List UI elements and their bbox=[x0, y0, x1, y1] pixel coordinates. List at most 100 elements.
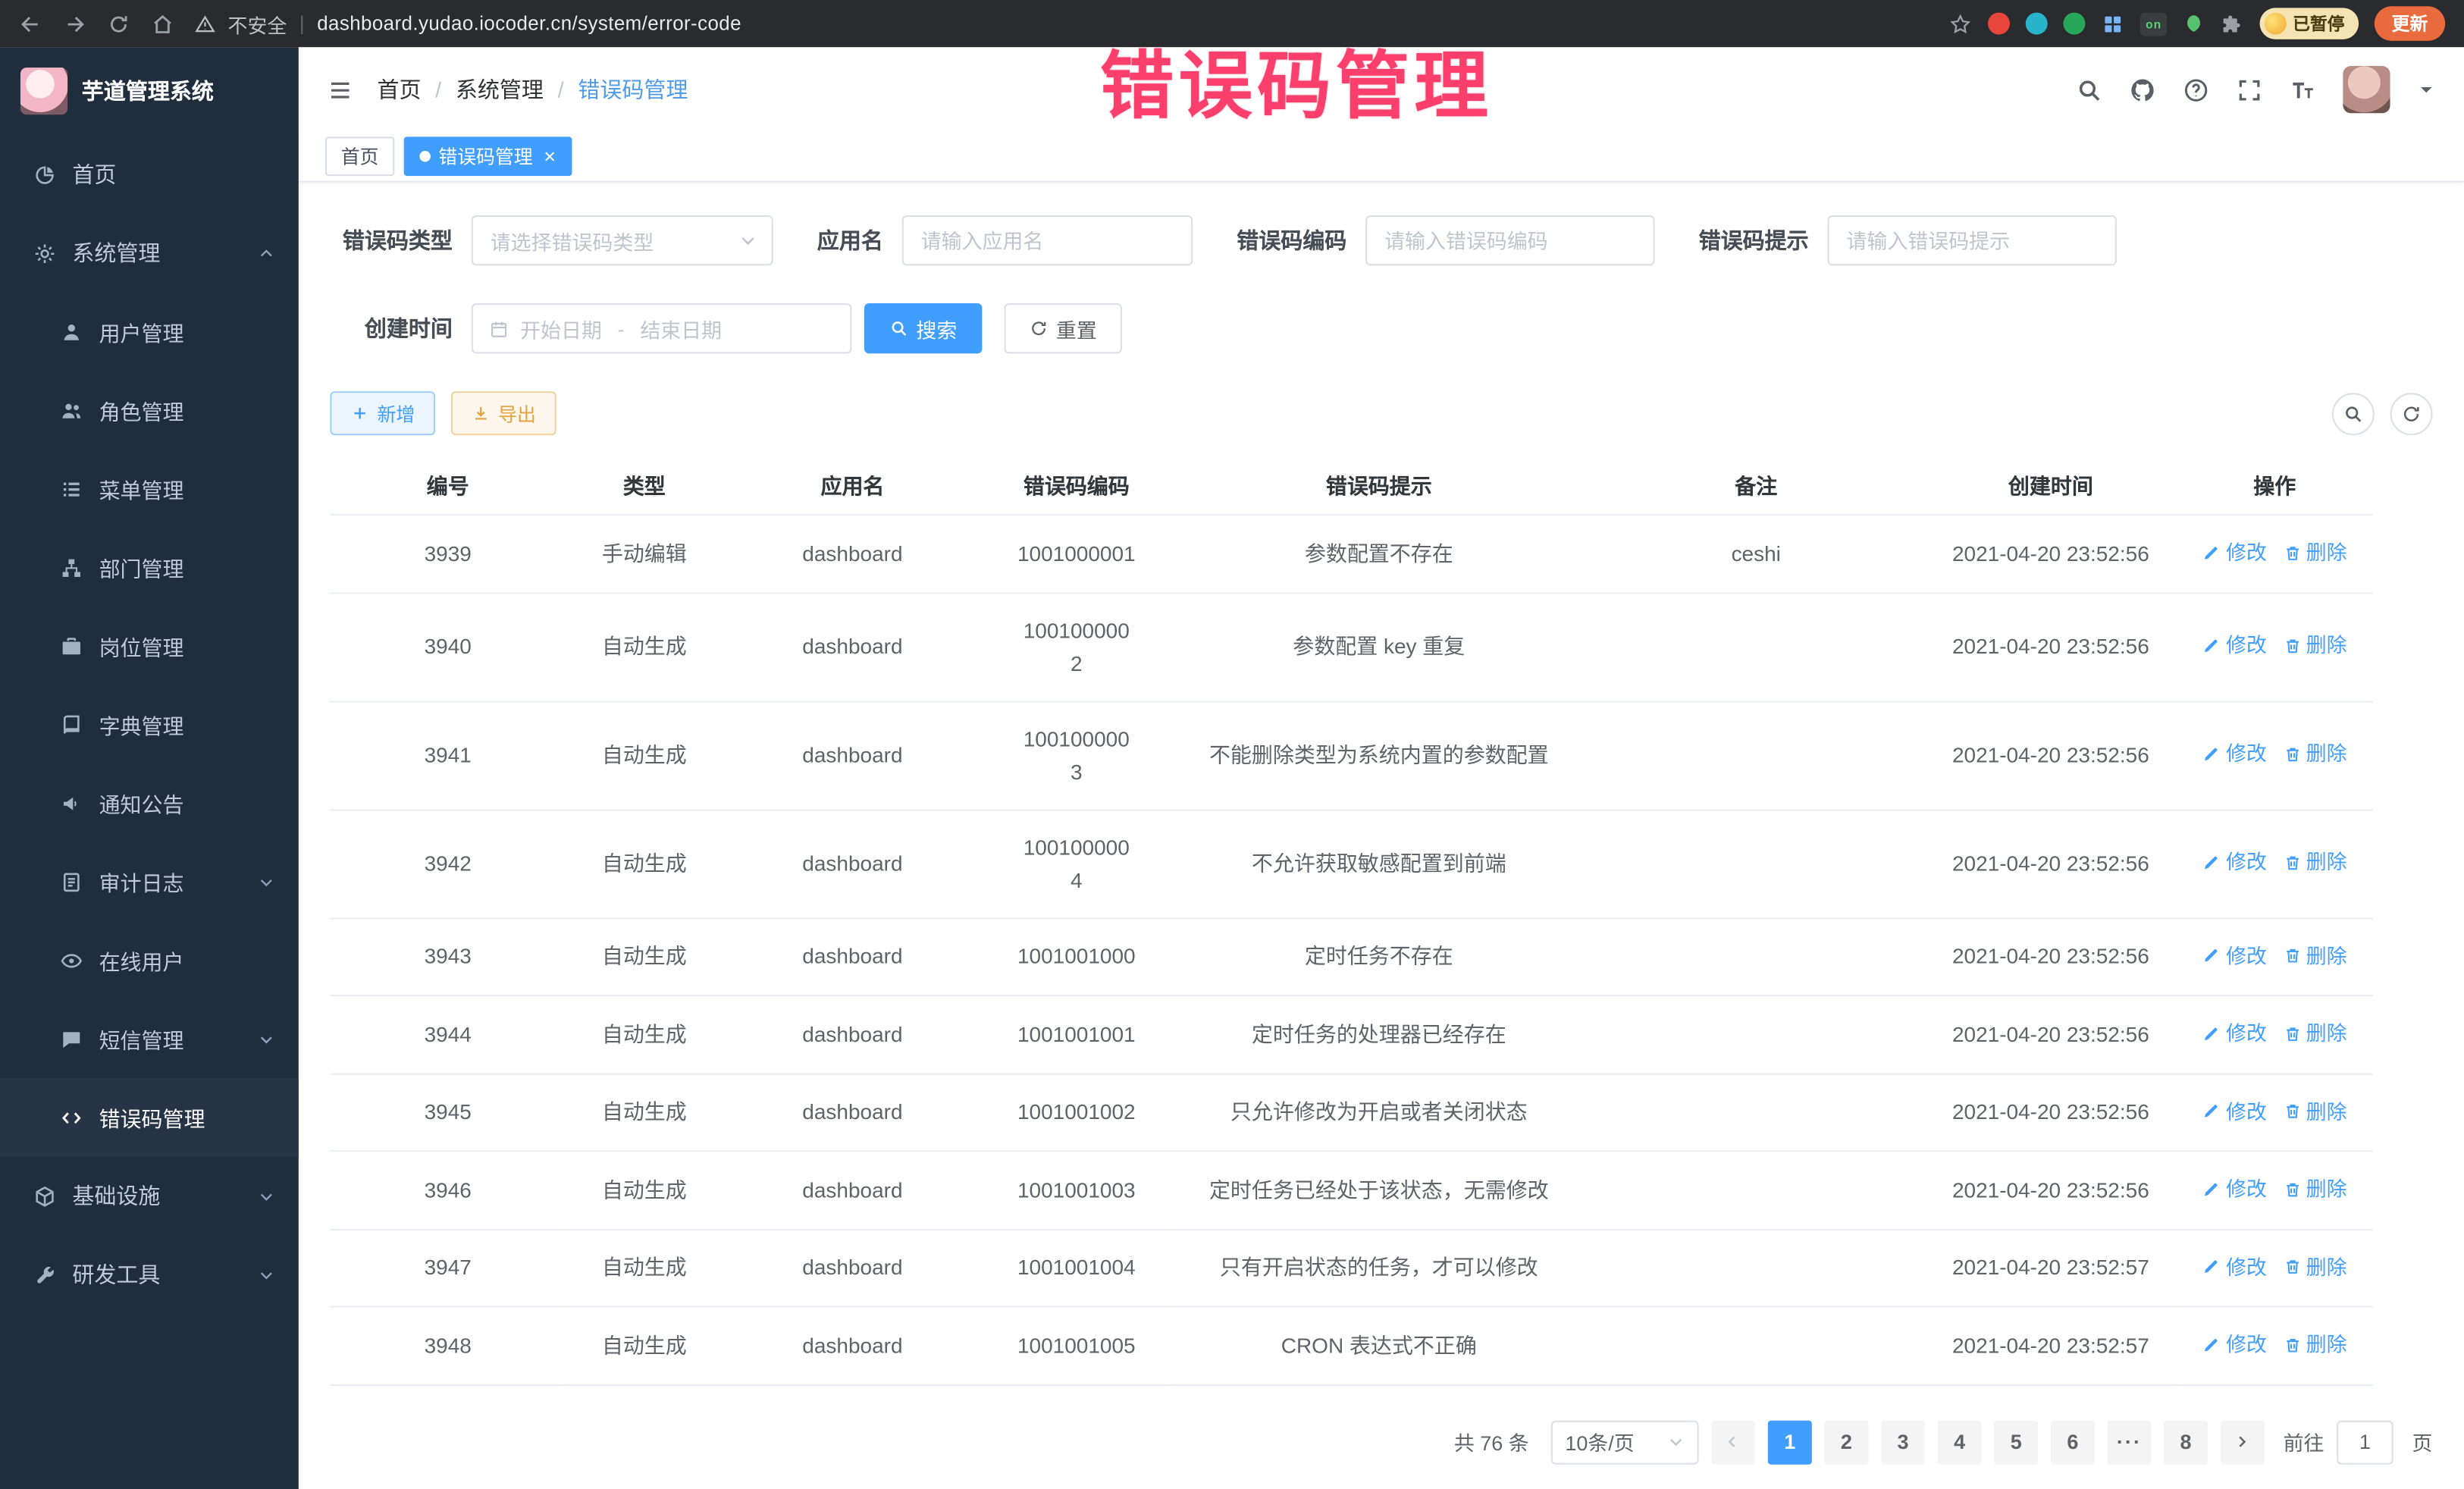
browser-forward-icon[interactable] bbox=[63, 12, 86, 36]
paused-badge[interactable]: 已暂停 bbox=[2260, 8, 2359, 39]
header-search-icon[interactable] bbox=[2076, 77, 2102, 103]
help-icon[interactable] bbox=[2183, 77, 2209, 103]
error-type-select[interactable]: 请选择错误码类型 bbox=[472, 215, 773, 265]
edit-link[interactable]: 修改 bbox=[2202, 629, 2267, 663]
sidebar-item-首页[interactable]: 首页 bbox=[0, 135, 299, 214]
delete-link[interactable]: 删除 bbox=[2283, 1328, 2347, 1361]
sidebar-item-短信管理[interactable]: 短信管理 bbox=[0, 999, 299, 1078]
edit-link[interactable]: 修改 bbox=[2202, 846, 2267, 879]
error-code-input[interactable] bbox=[1365, 215, 1654, 265]
breadcrumb-system[interactable]: 系统管理 bbox=[456, 74, 544, 105]
collapse-sidebar-icon[interactable] bbox=[327, 77, 353, 103]
browser-back-icon[interactable] bbox=[19, 12, 42, 36]
column-header: 创建时间 bbox=[1925, 454, 2177, 515]
breadcrumb-home[interactable]: 首页 bbox=[377, 74, 421, 105]
cell-actions: 修改删除 bbox=[2177, 701, 2373, 809]
delete-link[interactable]: 删除 bbox=[2283, 846, 2347, 879]
next-page-button[interactable] bbox=[2221, 1420, 2265, 1464]
extension-icon-teal[interactable] bbox=[2026, 13, 2048, 35]
delete-link[interactable]: 删除 bbox=[2283, 738, 2347, 771]
page-button-6[interactable]: 6 bbox=[2051, 1420, 2095, 1464]
edit-link[interactable]: 修改 bbox=[2202, 738, 2267, 771]
edit-link[interactable]: 修改 bbox=[2202, 1328, 2267, 1361]
extension-icon-green[interactable] bbox=[2063, 13, 2085, 35]
delete-link[interactable]: 删除 bbox=[2283, 1250, 2347, 1284]
logo[interactable]: 芋道管理系统 bbox=[0, 47, 299, 135]
sidebar-item-基础设施[interactable]: 基础设施 bbox=[0, 1157, 299, 1236]
delete-link[interactable]: 删除 bbox=[2283, 536, 2347, 569]
sidebar-item-菜单管理[interactable]: 菜单管理 bbox=[0, 450, 299, 528]
edit-link[interactable]: 修改 bbox=[2202, 1172, 2267, 1205]
add-button[interactable]: 新增 bbox=[330, 391, 435, 435]
create-time-range-picker[interactable]: 开始日期 - 结束日期 bbox=[472, 303, 852, 353]
cell-app: dashboard bbox=[723, 1074, 982, 1152]
delete-link[interactable]: 删除 bbox=[2283, 629, 2347, 663]
cell-actions: 修改删除 bbox=[2177, 1151, 2373, 1229]
cell-hint: CRON 表达式不正确 bbox=[1171, 1306, 1587, 1384]
font-size-icon[interactable] bbox=[2290, 77, 2316, 103]
sidebar-item-审计日志[interactable]: 审计日志 bbox=[0, 842, 299, 921]
sidebar-item-错误码管理[interactable]: 错误码管理 bbox=[0, 1078, 299, 1157]
page-button-4[interactable]: 4 bbox=[1938, 1420, 1982, 1464]
user-avatar[interactable] bbox=[2343, 66, 2390, 113]
sidebar-item-研发工具[interactable]: 研发工具 bbox=[0, 1235, 299, 1314]
delete-link[interactable]: 删除 bbox=[2283, 1017, 2347, 1050]
cell-app: dashboard bbox=[723, 1306, 982, 1384]
edit-link[interactable]: 修改 bbox=[2202, 1017, 2267, 1050]
page-button-1[interactable]: 1 bbox=[1768, 1420, 1812, 1464]
cell-id: 3942 bbox=[330, 809, 566, 917]
page-button-8[interactable]: 8 bbox=[2164, 1420, 2208, 1464]
toggle-search-button[interactable] bbox=[2332, 392, 2375, 434]
browser-home-icon[interactable] bbox=[151, 12, 174, 36]
cell-id: 3940 bbox=[330, 592, 566, 701]
reset-button[interactable]: 重置 bbox=[1004, 303, 1121, 353]
extension-icon-grid[interactable] bbox=[2101, 12, 2124, 36]
delete-link[interactable]: 删除 bbox=[2283, 1172, 2347, 1205]
bookmark-star-icon[interactable] bbox=[1948, 12, 1972, 36]
sidebar-item-在线用户[interactable]: 在线用户 bbox=[0, 921, 299, 1000]
edit-link[interactable]: 修改 bbox=[2202, 1250, 2267, 1284]
sidebar-item-角色管理[interactable]: 角色管理 bbox=[0, 371, 299, 450]
edit-link[interactable]: 修改 bbox=[2202, 1095, 2267, 1128]
refresh-table-button[interactable] bbox=[2390, 392, 2433, 434]
end-date-placeholder: 结束日期 bbox=[640, 314, 722, 343]
tab-home[interactable]: 首页 bbox=[325, 136, 394, 176]
page-size-select[interactable]: 10条/页 bbox=[1551, 1420, 1699, 1464]
close-tab-icon[interactable]: × bbox=[544, 146, 556, 167]
delete-link[interactable]: 删除 bbox=[2283, 939, 2347, 972]
browser-update-button[interactable]: 更新 bbox=[2375, 6, 2445, 41]
address-bar[interactable]: 不安全 | dashboard.yudao.iocoder.cn/system/… bbox=[195, 8, 741, 38]
sidebar-item-用户管理[interactable]: 用户管理 bbox=[0, 293, 299, 371]
search-button[interactable]: 搜索 bbox=[864, 303, 982, 353]
sidebar-item-岗位管理[interactable]: 岗位管理 bbox=[0, 607, 299, 685]
fullscreen-icon[interactable] bbox=[2236, 77, 2262, 103]
page-button-2[interactable]: 2 bbox=[1824, 1420, 1868, 1464]
export-button[interactable]: 导出 bbox=[451, 391, 556, 435]
browser-reload-icon[interactable] bbox=[107, 12, 130, 36]
github-icon[interactable] bbox=[2130, 77, 2156, 103]
cell-hint: 只有开启状态的任务，才可以修改 bbox=[1171, 1229, 1587, 1307]
error-hint-input[interactable] bbox=[1828, 215, 2117, 265]
extension-icon-on[interactable]: on bbox=[2140, 12, 2167, 36]
sidebar-item-通知公告[interactable]: 通知公告 bbox=[0, 763, 299, 842]
cell-type: 自动生成 bbox=[566, 917, 723, 995]
delete-link[interactable]: 删除 bbox=[2283, 1095, 2347, 1128]
table-row: 3941自动生成dashboard100100000 3不能删除类型为系统内置的… bbox=[330, 701, 2373, 809]
edit-link[interactable]: 修改 bbox=[2202, 939, 2267, 972]
extension-icon-leaf[interactable] bbox=[2183, 13, 2205, 35]
cell-actions: 修改删除 bbox=[2177, 917, 2373, 995]
page-button-3[interactable]: 3 bbox=[1881, 1420, 1925, 1464]
page-button-5[interactable]: 5 bbox=[1994, 1420, 2038, 1464]
edit-link[interactable]: 修改 bbox=[2202, 536, 2267, 569]
sidebar-item-部门管理[interactable]: 部门管理 bbox=[0, 528, 299, 607]
sidebar-item-字典管理[interactable]: 字典管理 bbox=[0, 685, 299, 764]
avatar-caret-icon[interactable] bbox=[2417, 80, 2436, 99]
more-pages-button[interactable]: ··· bbox=[2107, 1420, 2151, 1464]
tab-error-code[interactable]: 错误码管理 × bbox=[404, 136, 572, 176]
extensions-puzzle-icon[interactable] bbox=[2221, 12, 2244, 36]
sidebar-item-系统管理[interactable]: 系统管理 bbox=[0, 214, 299, 293]
goto-page-input[interactable] bbox=[2337, 1420, 2393, 1464]
extension-icon-red[interactable] bbox=[1988, 13, 2010, 35]
app-name-input[interactable] bbox=[902, 215, 1193, 265]
prev-page-button[interactable] bbox=[1711, 1420, 1755, 1464]
